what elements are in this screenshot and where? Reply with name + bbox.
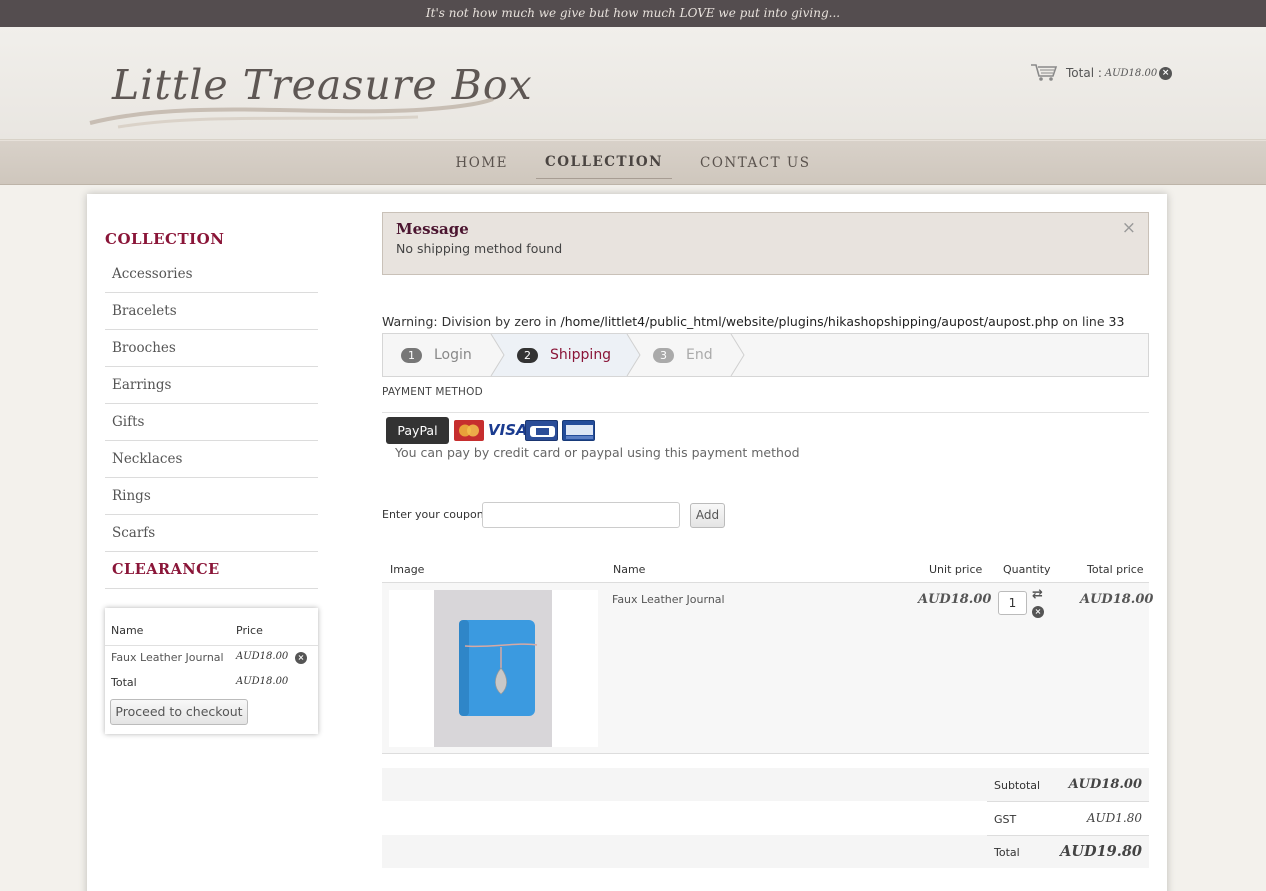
cart-total-label: Total : [1066, 66, 1102, 80]
sidebar-cart: Name Price Faux Leather Journal AUD18.00… [105, 608, 318, 734]
cart-total-amount: AUD18.00 [1104, 67, 1158, 79]
total-stripe [382, 835, 1149, 868]
steps-arrows [490, 334, 745, 377]
category-list: Accessories Bracelets Brooches Earrings … [105, 256, 318, 589]
close-icon[interactable]: × [1122, 218, 1136, 238]
category-necklaces[interactable]: Necklaces [105, 441, 318, 478]
col-header-name: Name [613, 563, 646, 576]
col-header-image: Image [390, 563, 425, 576]
quantity-input[interactable]: 1 [998, 591, 1027, 615]
proceed-to-checkout-button[interactable]: Proceed to checkout [110, 699, 248, 725]
step-number: 3 [653, 347, 674, 363]
warning-on-line: on line [1058, 314, 1109, 329]
total-price: AUD18.00 [1080, 592, 1154, 607]
category-earrings[interactable]: Earrings [105, 367, 318, 404]
step-label: End [686, 347, 713, 363]
remove-cart-icon[interactable]: × [1159, 66, 1173, 80]
total-label: Total [994, 846, 1020, 859]
nav-contact-us[interactable]: CONTACT US [700, 149, 810, 179]
payment-description: You can pay by credit card or paypal usi… [395, 445, 800, 460]
step-label: Login [434, 347, 472, 363]
warning-path: /home/littlet4/public_html/website/plugi… [560, 314, 1059, 329]
checkout-main: Message No shipping method found × Warni… [382, 194, 1153, 891]
gst-value: AUD1.80 [1086, 811, 1142, 825]
checkout-steps: 1 Login 2 Shipping 3 End [382, 333, 1149, 377]
mini-cart-total-value: AUD18.00 [236, 676, 289, 687]
category-scarfs[interactable]: Scarfs [105, 515, 318, 552]
table-row: Faux Leather Journal AUD18.00 1 ⇄ × AUD1… [382, 583, 1153, 753]
product-image[interactable] [389, 590, 598, 747]
warning-line: 33 [1108, 314, 1125, 329]
site-logo[interactable]: Little Treasure Box [88, 57, 532, 132]
paypal-method-button[interactable]: PayPal [386, 417, 449, 444]
mastercard-icon [454, 420, 484, 441]
mini-cart-item-price: AUD18.00 [236, 651, 289, 662]
unit-price: AUD18.00 [918, 592, 992, 607]
refresh-icon[interactable]: ⇄ [1032, 587, 1043, 602]
step-label: Shipping [550, 347, 612, 363]
message-box: Message No shipping method found × [382, 212, 1149, 275]
step-login[interactable]: 1 Login [401, 334, 472, 376]
content-panel: COLLECTION Accessories Bracelets Brooche… [87, 194, 1167, 891]
warning-prefix: Warning [382, 314, 434, 329]
tagline-bar: It's not how much we give but how much L… [0, 0, 1266, 27]
product-name[interactable]: Faux Leather Journal [612, 593, 725, 606]
col-header-total-price: Total price [1087, 563, 1144, 576]
col-header-unit-price: Unit price [929, 563, 983, 576]
step-number: 1 [401, 347, 422, 363]
message-title: Message [396, 220, 469, 238]
payment-method-label: PAYMENT METHOD [382, 386, 483, 398]
gst-label: GST [994, 813, 1017, 826]
remove-item-icon[interactable]: × [295, 652, 307, 664]
sidebar-title: COLLECTION [105, 230, 225, 248]
category-rings[interactable]: Rings [105, 478, 318, 515]
total-value: AUD19.80 [1060, 843, 1142, 860]
category-brooches[interactable]: Brooches [105, 330, 318, 367]
main-navbar: HOME COLLECTION CONTACT US [0, 140, 1266, 185]
col-header-quantity: Quantity [1003, 563, 1051, 576]
mini-cart-item-name[interactable]: Faux Leather Journal [111, 651, 224, 664]
coupon-label: Enter your coupon [382, 508, 484, 521]
cb-card-icon [525, 420, 558, 441]
warning-text: : Division by zero in [433, 314, 561, 329]
category-gifts[interactable]: Gifts [105, 404, 318, 441]
divider [987, 835, 1149, 836]
nav-home[interactable]: HOME [456, 149, 509, 179]
header-cart[interactable]: Total : AUD18.00 × [1030, 62, 1173, 85]
divider [382, 753, 1149, 754]
category-bracelets[interactable]: Bracelets [105, 293, 318, 330]
mini-cart-header-name: Name [111, 624, 144, 637]
coupon-input[interactable] [482, 502, 680, 528]
mini-cart-header-price: Price [236, 624, 263, 637]
php-warning: Warning: Division by zero in /home/littl… [382, 314, 1124, 329]
category-accessories[interactable]: Accessories [105, 256, 318, 293]
subtotal-label: Subtotal [994, 779, 1041, 792]
add-coupon-button[interactable]: Add [690, 503, 725, 528]
step-shipping: 2 Shipping [517, 334, 611, 376]
step-end: 3 End [653, 334, 713, 376]
logo-swoosh-icon [89, 97, 494, 129]
remove-item-icon[interactable]: × [1032, 606, 1044, 618]
divider [987, 801, 1149, 802]
mini-cart-total-label: Total [111, 676, 137, 689]
divider [382, 412, 1149, 413]
paypal-card-icon [562, 420, 595, 441]
message-text: No shipping method found [396, 241, 563, 256]
nav-collection[interactable]: COLLECTION [536, 148, 673, 179]
category-clearance[interactable]: CLEARANCE [105, 552, 318, 589]
cart-icon[interactable] [1030, 62, 1058, 85]
divider [105, 645, 318, 646]
step-number: 2 [517, 347, 538, 363]
subtotal-value: AUD18.00 [1068, 777, 1142, 792]
tagline: It's not how much we give but how much L… [425, 6, 841, 20]
visa-icon: VISA [488, 420, 528, 441]
site-header: Little Treasure Box Total : AUD18.00 × [0, 27, 1266, 140]
